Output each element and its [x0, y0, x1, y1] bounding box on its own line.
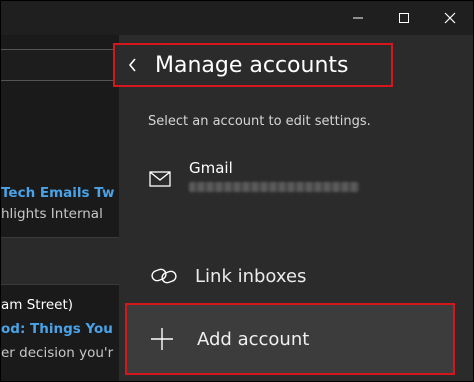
- mail-envelope-icon: [149, 171, 171, 187]
- close-button[interactable]: [427, 1, 473, 35]
- page-title: Manage accounts: [155, 52, 349, 78]
- maximize-button[interactable]: [381, 1, 427, 35]
- list-item[interactable]: Tech Emails Tw: [1, 185, 119, 201]
- add-account-label: Add account: [197, 328, 310, 350]
- minimize-icon: [353, 17, 363, 19]
- back-button[interactable]: [115, 58, 151, 72]
- app-window: Tech Emails Tw hlights Internal am Stree…: [0, 0, 474, 382]
- message-preview: hlights Internal: [1, 206, 103, 222]
- message-preview: er decision you'r: [1, 345, 114, 361]
- window-controls: [335, 1, 473, 35]
- search-input[interactable]: [1, 49, 119, 81]
- list-item-preview: hlights Internal: [1, 206, 119, 222]
- list-section-header: [1, 238, 119, 284]
- account-item-gmail[interactable]: Gmail: [141, 153, 461, 205]
- manage-accounts-header: Manage accounts: [113, 43, 393, 87]
- divider: [1, 284, 119, 285]
- list-item-subject: od: Things You: [1, 321, 119, 337]
- instruction-text: Select an account to edit settings.: [148, 114, 371, 129]
- message-sender: am Street): [1, 297, 74, 313]
- minimize-button[interactable]: [335, 1, 381, 35]
- list-item[interactable]: am Street): [1, 297, 119, 313]
- message-subject: od: Things You: [1, 321, 113, 337]
- plus-icon: [151, 328, 173, 350]
- link-icon: [151, 268, 177, 284]
- list-item-preview: er decision you'r: [1, 345, 119, 361]
- link-inboxes-label: Link inboxes: [195, 265, 307, 287]
- link-inboxes-button[interactable]: Link inboxes: [141, 259, 461, 293]
- account-email-redacted: [189, 182, 359, 192]
- account-name: Gmail: [189, 159, 233, 177]
- mail-list: Tech Emails Tw hlights Internal am Stree…: [1, 35, 119, 381]
- chevron-left-icon: [128, 58, 136, 72]
- add-account-button[interactable]: Add account: [125, 303, 455, 375]
- maximize-icon: [399, 13, 409, 23]
- message-subject: Tech Emails Tw: [1, 185, 115, 201]
- close-icon: [444, 12, 456, 24]
